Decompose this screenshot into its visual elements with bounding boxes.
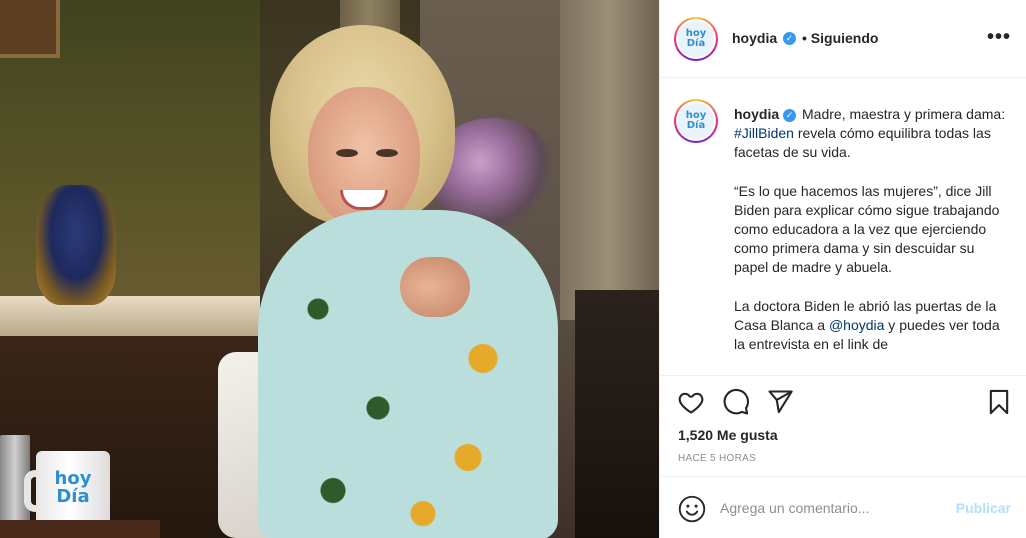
post-side-panel: hoy Día hoydia ✓ • Siguiendo ••• hoy Día… <box>659 0 1026 538</box>
caption-paragraph-1: hoydia ✓ Madre, maestra y primera dama: #… <box>734 105 1010 163</box>
caption-username[interactable]: hoydia <box>734 106 779 122</box>
share-icon[interactable] <box>766 388 794 416</box>
caption-avatar-logo-bottom: Día <box>686 120 706 131</box>
heart-icon[interactable] <box>677 388 705 416</box>
picture-frame <box>0 0 60 58</box>
caption-text: hoydia ✓ Madre, maestra y primera dama: #… <box>734 105 1010 373</box>
caption-avatar-logo: hoy Día <box>678 103 714 139</box>
verified-badge-icon: ✓ <box>783 108 797 122</box>
header-username[interactable]: hoydia <box>732 30 777 46</box>
avatar-logo-bottom: Día <box>686 38 706 49</box>
post-timestamp[interactable]: HACE 5 HORAS <box>678 453 756 464</box>
mantel <box>0 296 260 336</box>
comment-input[interactable] <box>720 493 940 523</box>
caption-avatar[interactable]: hoy Día <box>674 99 718 143</box>
pointing-hand <box>400 257 470 317</box>
bookmark-icon[interactable] <box>985 388 1013 416</box>
mug-logo: hoy Día <box>36 470 110 506</box>
smiley-icon[interactable] <box>678 495 706 523</box>
mug-logo-bottom: Día <box>56 486 90 507</box>
caption-text-1a: Madre, maestra y primera dama: <box>798 106 1006 122</box>
following-button[interactable]: • Siguiendo <box>802 30 878 46</box>
floral-dress <box>258 210 558 538</box>
caption-scroll-area[interactable]: hoy Día hoydia ✓ Madre, maestra y primera… <box>660 79 1026 375</box>
person <box>240 25 600 538</box>
post-header: hoy Día hoydia ✓ • Siguiendo ••• <box>660 0 1026 78</box>
caption-avatar-frame: hoy Día <box>676 101 716 141</box>
post-photo[interactable]: hoy Día <box>0 0 659 538</box>
caption-paragraph-3: La doctora Biden le abrió las puertas de… <box>734 297 1010 355</box>
verified-badge-icon: ✓ <box>783 32 796 45</box>
action-bar: 1,520 Me gusta HACE 5 HORAS <box>660 375 1026 475</box>
publish-button[interactable]: Publicar <box>956 500 1011 516</box>
table <box>0 520 160 538</box>
comment-icon[interactable] <box>722 388 750 416</box>
eye-left <box>336 149 358 157</box>
vase <box>36 185 116 305</box>
mention-link[interactable]: @hoydia <box>829 317 884 333</box>
likes-count[interactable]: 1,520 Me gusta <box>678 427 778 443</box>
caption-paragraph-2: “Es lo que hacemos las mujeres”, dice Ji… <box>734 182 1000 276</box>
hashtag-link[interactable]: #JillBiden <box>734 125 794 141</box>
avatar-frame: hoy Día <box>676 19 716 59</box>
avatar-logo: hoy Día <box>678 21 714 57</box>
eye-right <box>376 149 398 157</box>
more-options-icon[interactable]: ••• <box>987 26 1011 49</box>
comment-bar: Publicar <box>660 476 1026 538</box>
avatar[interactable]: hoy Día <box>674 17 718 61</box>
